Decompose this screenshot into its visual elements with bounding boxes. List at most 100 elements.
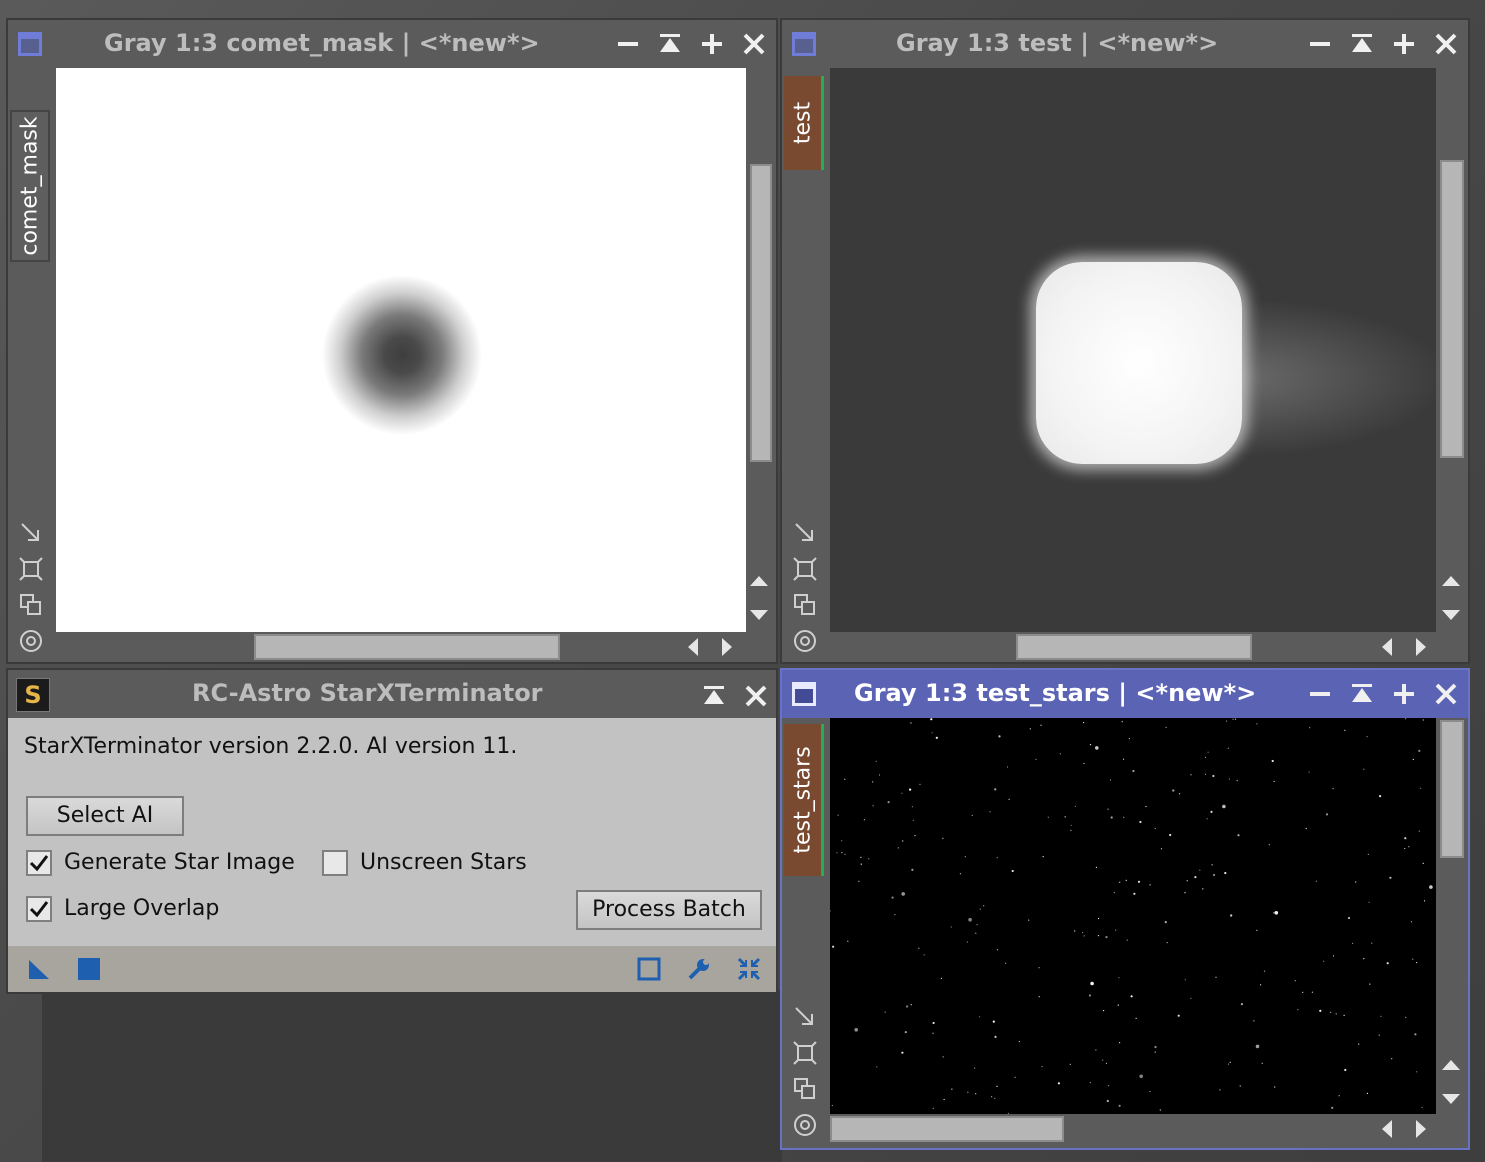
scroll-right-arrow[interactable] [1410, 1118, 1432, 1140]
target-icon[interactable] [792, 1112, 818, 1138]
minimize-button[interactable] [1306, 30, 1334, 58]
star [1184, 979, 1186, 981]
star [1212, 873, 1216, 877]
target-icon[interactable] [792, 628, 818, 654]
window-icon[interactable] [792, 32, 816, 56]
wrench-icon[interactable] [686, 956, 712, 982]
star [996, 857, 998, 859]
shade-button[interactable] [700, 682, 728, 710]
view-tab-comet-mask[interactable]: comet_mask [10, 110, 50, 262]
star [1117, 1004, 1119, 1006]
maximize-button[interactable] [1390, 680, 1418, 708]
star [837, 814, 839, 816]
star [1404, 847, 1406, 850]
scroll-down-arrow[interactable] [1440, 604, 1462, 626]
titlebar[interactable]: S RC-Astro StarXTerminator [8, 670, 776, 718]
generate-star-image-label: Generate Star Image [64, 850, 295, 875]
generate-star-image-checkbox[interactable] [26, 850, 52, 876]
star [830, 910, 831, 912]
shade-button[interactable] [1348, 30, 1376, 58]
star [1227, 1063, 1230, 1065]
star [1038, 996, 1040, 998]
maximize-button[interactable] [698, 30, 726, 58]
titlebar[interactable]: Gray 1:3 test_stars | <*new*> [782, 670, 1468, 718]
scroll-right-arrow[interactable] [716, 636, 738, 658]
horizontal-scroll-thumb[interactable] [830, 1116, 1064, 1142]
close-button[interactable] [1432, 680, 1460, 708]
star [1253, 1020, 1255, 1022]
window-icon[interactable] [18, 32, 42, 56]
star [1410, 921, 1413, 923]
browse-documentation-icon[interactable] [636, 956, 662, 982]
star [1160, 848, 1163, 850]
fit-view-icon[interactable] [792, 556, 818, 582]
maximize-button[interactable] [1390, 30, 1418, 58]
target-icon[interactable] [18, 628, 44, 654]
star [1107, 808, 1109, 810]
horizontal-scroll-thumb[interactable] [254, 634, 560, 660]
scroll-up-arrow[interactable] [1440, 1054, 1462, 1076]
clone-view-icon[interactable] [18, 592, 44, 618]
apply-global-icon[interactable] [76, 956, 102, 982]
close-button[interactable] [1432, 30, 1460, 58]
large-overlap-checkbox[interactable] [26, 896, 52, 922]
minimize-button[interactable] [614, 30, 642, 58]
vertical-scrollbar[interactable] [1436, 68, 1468, 632]
titlebar[interactable]: Gray 1:3 test | <*new*> [782, 20, 1468, 68]
scroll-thumb[interactable] [1440, 160, 1464, 458]
scroll-down-arrow[interactable] [748, 604, 770, 626]
fit-view-icon[interactable] [18, 556, 44, 582]
star [863, 819, 865, 821]
scroll-left-arrow[interactable] [1376, 636, 1398, 658]
close-button[interactable] [742, 682, 770, 710]
star [1311, 991, 1313, 993]
process-batch-button[interactable]: Process Batch [576, 890, 762, 930]
star [932, 1021, 935, 1025]
star [1367, 853, 1369, 855]
shade-button[interactable] [1348, 680, 1376, 708]
image-view[interactable] [56, 68, 746, 632]
scroll-thumb[interactable] [750, 164, 772, 462]
image-window-test-stars[interactable]: Gray 1:3 test_stars | <*new*> test_stars [780, 668, 1470, 1150]
resize-corner-icon[interactable] [792, 520, 818, 546]
scroll-down-arrow[interactable] [1440, 1088, 1462, 1110]
star [983, 905, 985, 907]
star [1228, 778, 1230, 780]
titlebar[interactable]: Gray 1:3 comet_mask | <*new*> [8, 20, 776, 68]
process-window-starxterminator[interactable]: S RC-Astro StarXTerminator StarXTerminat… [6, 668, 778, 994]
scroll-right-arrow[interactable] [1410, 636, 1432, 658]
image-view[interactable] [830, 718, 1436, 1114]
resize-corner-icon[interactable] [792, 1004, 818, 1030]
minimize-button[interactable] [1306, 680, 1334, 708]
image-view[interactable] [830, 68, 1436, 632]
image-window-test[interactable]: Gray 1:3 test | <*new*> test [780, 18, 1470, 664]
reset-icon[interactable] [736, 956, 762, 982]
scroll-left-arrow[interactable] [682, 636, 704, 658]
clone-view-icon[interactable] [792, 1076, 818, 1102]
scroll-up-arrow[interactable] [1440, 570, 1462, 592]
clone-view-icon[interactable] [792, 592, 818, 618]
shade-button[interactable] [656, 30, 684, 58]
side-icons [792, 1004, 818, 1148]
select-ai-button[interactable]: Select AI [26, 796, 184, 836]
comet-nucleus-region [1036, 262, 1242, 464]
star [1154, 1045, 1157, 1049]
vertical-scrollbar[interactable] [746, 68, 776, 632]
scroll-thumb[interactable] [1440, 720, 1464, 858]
unscreen-stars-checkbox[interactable] [322, 850, 348, 876]
scroll-left-arrow[interactable] [1376, 1118, 1398, 1140]
window-icon[interactable] [792, 682, 816, 706]
close-button[interactable] [740, 30, 768, 58]
view-tab-test-stars[interactable]: test_stars [784, 724, 824, 876]
star [1416, 1071, 1418, 1073]
new-instance-icon[interactable] [26, 956, 52, 982]
scroll-up-arrow[interactable] [748, 570, 770, 592]
view-tab-test[interactable]: test [784, 76, 824, 170]
image-window-comet-mask[interactable]: Gray 1:3 comet_mask | <*new*> comet_mask [6, 18, 778, 664]
star [1412, 958, 1414, 960]
fit-view-icon[interactable] [792, 1040, 818, 1066]
horizontal-scroll-thumb[interactable] [1016, 634, 1252, 660]
resize-corner-icon[interactable] [18, 520, 44, 546]
star [919, 783, 921, 785]
star [950, 926, 952, 928]
